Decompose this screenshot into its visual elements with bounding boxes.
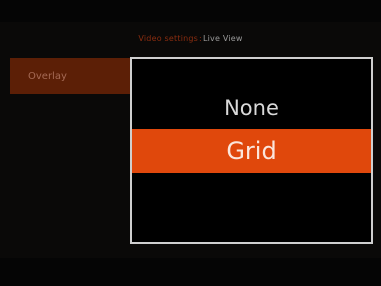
overlay-dropdown[interactable]: None Grid [130, 57, 373, 244]
menu-item-overlay-label: Overlay [28, 70, 67, 82]
breadcrumb-current: Live View [202, 33, 243, 43]
option-grid-label: Grid [226, 137, 277, 165]
camera-menu-screen: Video settings : Live View Overlay None … [0, 0, 381, 286]
breadcrumb-parent[interactable]: Video settings [138, 34, 198, 43]
breadcrumb: Video settings : Live View [0, 28, 381, 48]
option-none[interactable]: None [132, 89, 371, 127]
option-none-label: None [224, 96, 279, 120]
menu-item-overlay[interactable]: Overlay [10, 58, 130, 94]
top-bar [0, 0, 381, 22]
option-grid[interactable]: Grid [132, 129, 371, 173]
bottom-bar [0, 258, 381, 286]
breadcrumb-separator: : [199, 33, 202, 43]
